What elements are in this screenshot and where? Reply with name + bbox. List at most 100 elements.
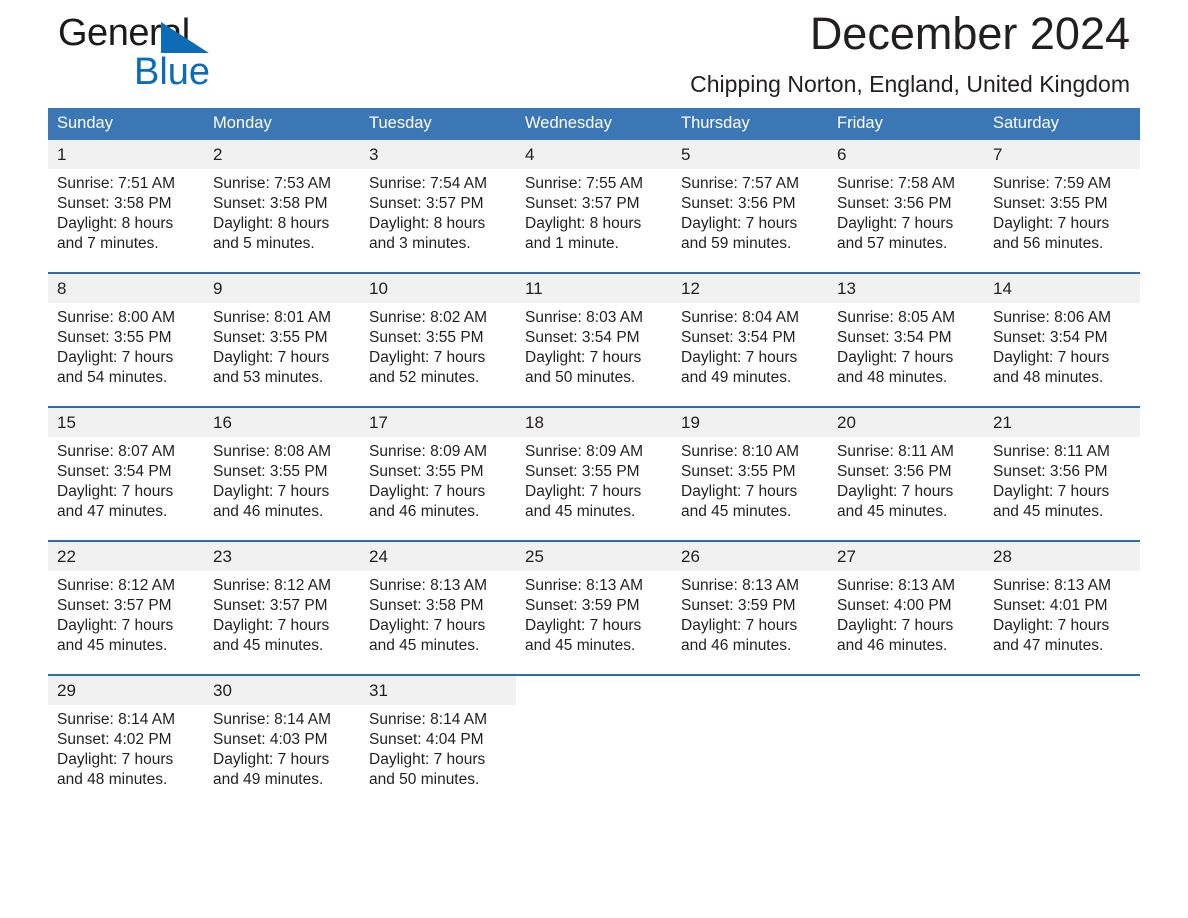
day-number[interactable]: 9 (204, 272, 360, 303)
day-cell[interactable]: Sunrise: 8:13 AM Sunset: 3:59 PM Dayligh… (672, 571, 828, 675)
day-number[interactable]: 19 (672, 406, 828, 437)
day-number[interactable]: 30 (204, 674, 360, 705)
day-cell[interactable]: Sunrise: 8:04 AM Sunset: 3:54 PM Dayligh… (672, 303, 828, 407)
day-number[interactable]: 27 (828, 540, 984, 571)
daylight-text: Daylight: 8 hours and 5 minutes. (213, 215, 330, 252)
day-number[interactable]: 28 (984, 540, 1140, 571)
sunset-text: Sunset: 3:59 PM (681, 597, 796, 614)
weekday-header-friday: Friday (828, 108, 984, 140)
sunset-text: Sunset: 3:56 PM (837, 195, 952, 212)
sunrise-text: Sunrise: 8:12 AM (213, 577, 332, 594)
sunset-text: Sunset: 3:55 PM (525, 463, 640, 480)
day-number[interactable]: 16 (204, 406, 360, 437)
day-number[interactable]: 2 (204, 140, 360, 169)
day-number[interactable]: 14 (984, 272, 1140, 303)
daylight-text: Daylight: 8 hours and 1 minute. (525, 215, 642, 252)
day-number[interactable]: 26 (672, 540, 828, 571)
day-cell[interactable]: Sunrise: 8:03 AM Sunset: 3:54 PM Dayligh… (516, 303, 672, 407)
day-number[interactable]: 21 (984, 406, 1140, 437)
daylight-text: Daylight: 7 hours and 46 minutes. (369, 483, 486, 520)
day-cell[interactable]: Sunrise: 8:13 AM Sunset: 4:01 PM Dayligh… (984, 571, 1140, 675)
day-number[interactable]: 10 (360, 272, 516, 303)
day-cell[interactable]: Sunrise: 8:05 AM Sunset: 3:54 PM Dayligh… (828, 303, 984, 407)
daylight-text: Daylight: 7 hours and 48 minutes. (57, 751, 174, 788)
daylight-text: Daylight: 7 hours and 48 minutes. (993, 349, 1110, 386)
day-number[interactable]: 31 (360, 674, 516, 705)
day-cell[interactable]: Sunrise: 8:08 AM Sunset: 3:55 PM Dayligh… (204, 437, 360, 541)
day-cell[interactable]: Sunrise: 8:14 AM Sunset: 4:03 PM Dayligh… (204, 705, 360, 809)
day-number[interactable]: 17 (360, 406, 516, 437)
weekday-header-thursday: Thursday (672, 108, 828, 140)
day-number[interactable]: 5 (672, 140, 828, 169)
day-number[interactable]: 8 (48, 272, 204, 303)
day-cell-empty (984, 705, 1140, 809)
day-cell[interactable]: Sunrise: 8:12 AM Sunset: 3:57 PM Dayligh… (48, 571, 204, 675)
daylight-text: Daylight: 7 hours and 47 minutes. (57, 483, 174, 520)
day-number[interactable]: 23 (204, 540, 360, 571)
sunrise-text: Sunrise: 8:14 AM (57, 711, 176, 728)
day-number[interactable]: 15 (48, 406, 204, 437)
day-number[interactable]: 24 (360, 540, 516, 571)
sunrise-text: Sunrise: 8:11 AM (993, 443, 1110, 460)
logo-text-blue: Blue (134, 51, 211, 93)
day-cell-empty (828, 674, 984, 705)
day-number[interactable]: 3 (360, 140, 516, 169)
day-cell[interactable]: Sunrise: 7:58 AM Sunset: 3:56 PM Dayligh… (828, 169, 984, 273)
daylight-text: Daylight: 7 hours and 53 minutes. (213, 349, 330, 386)
day-cell[interactable]: Sunrise: 7:59 AM Sunset: 3:55 PM Dayligh… (984, 169, 1140, 273)
weekday-header-sunday: Sunday (48, 108, 204, 140)
day-number[interactable]: 22 (48, 540, 204, 571)
weekday-header-monday: Monday (204, 108, 360, 140)
day-number[interactable]: 20 (828, 406, 984, 437)
day-number[interactable]: 12 (672, 272, 828, 303)
daylight-text: Daylight: 7 hours and 59 minutes. (681, 215, 798, 252)
day-cell[interactable]: Sunrise: 8:07 AM Sunset: 3:54 PM Dayligh… (48, 437, 204, 541)
day-number[interactable]: 13 (828, 272, 984, 303)
day-number[interactable]: 11 (516, 272, 672, 303)
day-cell[interactable]: Sunrise: 8:13 AM Sunset: 4:00 PM Dayligh… (828, 571, 984, 675)
day-cell[interactable]: Sunrise: 7:55 AM Sunset: 3:57 PM Dayligh… (516, 169, 672, 273)
title-block: December 2024 Chipping Norton, England, … (690, 6, 1130, 98)
day-cell[interactable]: Sunrise: 7:57 AM Sunset: 3:56 PM Dayligh… (672, 169, 828, 273)
day-cell[interactable]: Sunrise: 8:12 AM Sunset: 3:57 PM Dayligh… (204, 571, 360, 675)
day-cell[interactable]: Sunrise: 8:01 AM Sunset: 3:55 PM Dayligh… (204, 303, 360, 407)
day-cell[interactable]: Sunrise: 8:11 AM Sunset: 3:56 PM Dayligh… (828, 437, 984, 541)
day-cell[interactable]: Sunrise: 7:51 AM Sunset: 3:58 PM Dayligh… (48, 169, 204, 273)
day-cell[interactable]: Sunrise: 8:13 AM Sunset: 3:59 PM Dayligh… (516, 571, 672, 675)
sunrise-text: Sunrise: 7:55 AM (525, 175, 644, 192)
daylight-text: Daylight: 7 hours and 48 minutes. (837, 349, 954, 386)
day-number-row: 22 23 24 25 26 27 28 (48, 540, 1140, 571)
day-cell[interactable]: Sunrise: 7:54 AM Sunset: 3:57 PM Dayligh… (360, 169, 516, 273)
day-cell[interactable]: Sunrise: 8:10 AM Sunset: 3:55 PM Dayligh… (672, 437, 828, 541)
day-cell[interactable]: Sunrise: 8:02 AM Sunset: 3:55 PM Dayligh… (360, 303, 516, 407)
generalblue-logo[interactable]: General Blue (58, 10, 358, 94)
day-cell[interactable]: Sunrise: 8:06 AM Sunset: 3:54 PM Dayligh… (984, 303, 1140, 407)
sunrise-text: Sunrise: 8:08 AM (213, 443, 332, 460)
day-number[interactable]: 4 (516, 140, 672, 169)
day-number[interactable]: 1 (48, 140, 204, 169)
weekday-header-row: Sunday Monday Tuesday Wednesday Thursday… (48, 108, 1140, 140)
sunset-text: Sunset: 3:57 PM (369, 195, 484, 212)
day-cell[interactable]: Sunrise: 8:09 AM Sunset: 3:55 PM Dayligh… (360, 437, 516, 541)
day-number[interactable]: 29 (48, 674, 204, 705)
day-cell-empty (516, 674, 672, 705)
day-number-row: 1 2 3 4 5 6 7 (48, 140, 1140, 169)
sunset-text: Sunset: 3:54 PM (525, 329, 640, 346)
day-detail-row: Sunrise: 8:14 AM Sunset: 4:02 PM Dayligh… (48, 705, 1140, 809)
day-cell[interactable]: Sunrise: 8:14 AM Sunset: 4:04 PM Dayligh… (360, 705, 516, 809)
day-number[interactable]: 7 (984, 140, 1140, 169)
day-number[interactable]: 25 (516, 540, 672, 571)
daylight-text: Daylight: 7 hours and 45 minutes. (57, 617, 174, 654)
day-number[interactable]: 18 (516, 406, 672, 437)
sunset-text: Sunset: 3:59 PM (525, 597, 640, 614)
calendar-body: 1 2 3 4 5 6 7 Sunrise: 7:51 AM Sunset: 3… (48, 140, 1140, 809)
day-detail-row: Sunrise: 8:12 AM Sunset: 3:57 PM Dayligh… (48, 571, 1140, 675)
day-number[interactable]: 6 (828, 140, 984, 169)
sunrise-text: Sunrise: 8:13 AM (369, 577, 488, 594)
day-cell[interactable]: Sunrise: 8:11 AM Sunset: 3:56 PM Dayligh… (984, 437, 1140, 541)
day-cell[interactable]: Sunrise: 8:13 AM Sunset: 3:58 PM Dayligh… (360, 571, 516, 675)
day-cell[interactable]: Sunrise: 8:14 AM Sunset: 4:02 PM Dayligh… (48, 705, 204, 809)
day-cell[interactable]: Sunrise: 8:00 AM Sunset: 3:55 PM Dayligh… (48, 303, 204, 407)
day-cell[interactable]: Sunrise: 8:09 AM Sunset: 3:55 PM Dayligh… (516, 437, 672, 541)
day-cell[interactable]: Sunrise: 7:53 AM Sunset: 3:58 PM Dayligh… (204, 169, 360, 273)
